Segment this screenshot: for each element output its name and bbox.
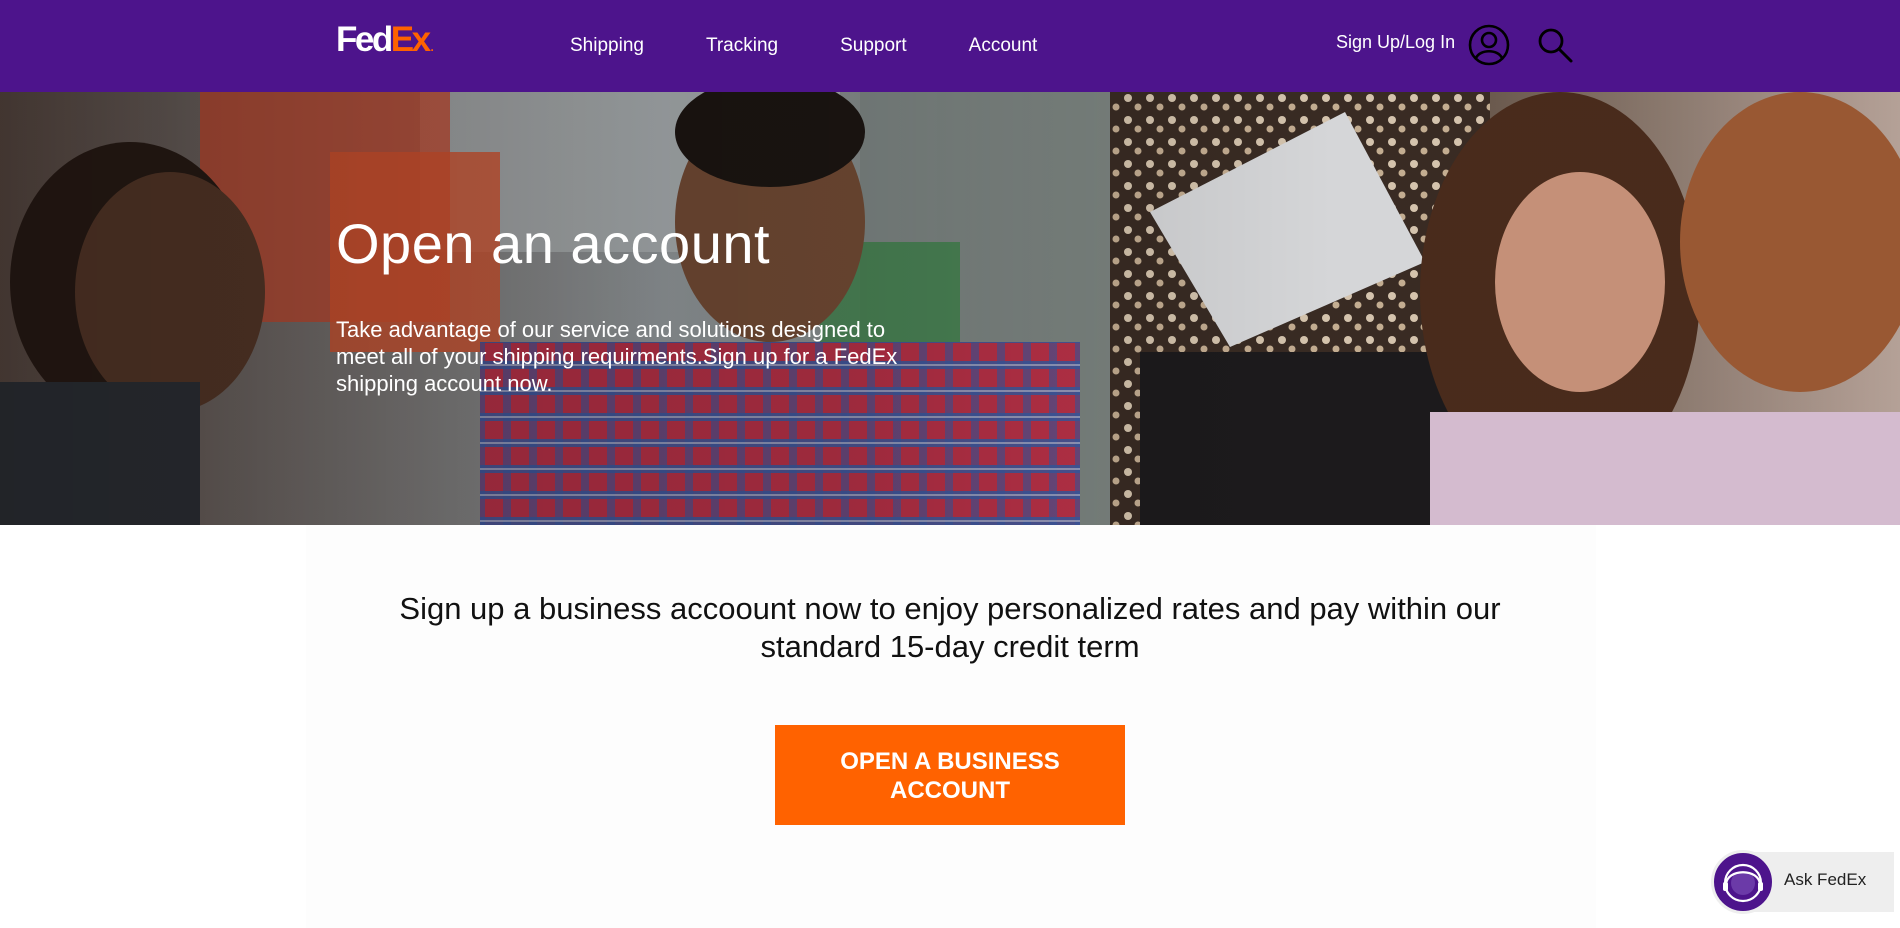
nav-shipping[interactable]: Shipping — [570, 35, 644, 57]
logo-dot: . — [430, 40, 434, 54]
ask-fedex-widget[interactable]: Ask FedEx — [1711, 850, 1894, 914]
hero-title: Open an account — [336, 212, 771, 275]
top-navigation-bar: Fed Ex. Shipping Tracking Support Account… — [0, 0, 1900, 92]
logo-ex-text: Ex — [390, 20, 431, 59]
support-agent-icon[interactable] — [1711, 850, 1775, 914]
headset-icon — [1723, 863, 1763, 903]
hero-banner: Open an account Take advantage of our se… — [0, 92, 1900, 525]
nav-account[interactable]: Account — [969, 35, 1038, 57]
ask-fedex-label[interactable]: Ask FedEx — [1784, 870, 1866, 890]
search-icon[interactable] — [1536, 26, 1574, 64]
nav-support[interactable]: Support — [840, 35, 907, 57]
hero-overlay — [0, 92, 1900, 525]
open-business-account-button[interactable]: OPEN A BUSINESS ACCOUNT — [775, 725, 1125, 825]
hero-description: Take advantage of our service and soluti… — [336, 317, 898, 396]
fedex-logo[interactable]: Fed Ex. — [336, 22, 434, 58]
nav-tracking[interactable]: Tracking — [706, 35, 778, 57]
business-account-promo-text: Sign up a business accoount now to enjoy… — [399, 591, 1501, 664]
account-icon[interactable] — [1468, 24, 1510, 66]
main-nav: Shipping Tracking Support Account — [570, 0, 1099, 92]
logo-fed-text: Fed — [336, 20, 393, 59]
sign-up-login-link[interactable]: Sign Up/Log In — [1336, 32, 1455, 53]
